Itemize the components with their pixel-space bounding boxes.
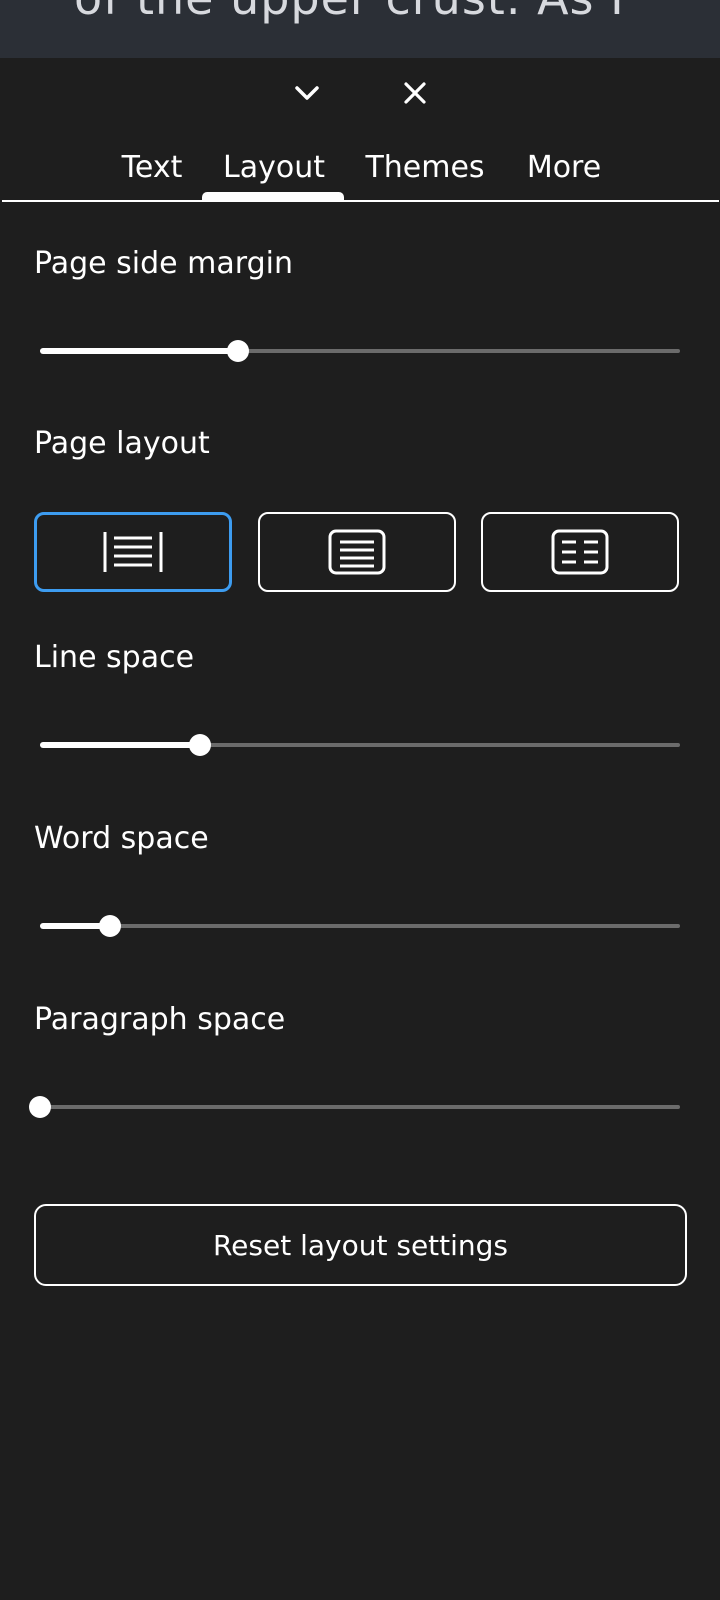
tab-text[interactable]: Text [112,146,192,200]
wide-margin-lines-icon [103,532,163,572]
tab-more[interactable]: More [514,146,614,200]
active-tab-indicator [202,192,344,201]
two-column-icon [551,529,609,575]
slider-track [40,924,680,928]
paragraph-space-slider[interactable] [29,1092,680,1122]
page-side-margin-slider[interactable] [40,336,680,366]
line-space-label: Line space [34,640,195,675]
paragraph-space-label: Paragraph space [34,1002,286,1037]
page-layout-label: Page layout [34,426,210,461]
word-space-slider[interactable] [40,911,680,941]
sheet-top-controls [0,58,720,128]
close-button[interactable] [390,68,440,118]
reset-layout-settings-button[interactable]: Reset layout settings [34,1204,687,1286]
settings-tabs: Text Layout Themes More [2,146,719,202]
slider-fill [40,742,200,748]
line-space-slider[interactable] [40,730,680,760]
layout-settings-sheet: Text Layout Themes More Page side margin… [0,58,720,1600]
word-space-label: Word space [34,821,209,856]
layout-option-wide-margins[interactable] [34,512,232,592]
slider-thumb[interactable] [99,915,121,937]
chevron-down-icon [295,86,319,100]
page-side-margin-label: Page side margin [34,246,293,281]
slider-track [40,1105,680,1109]
collapse-button[interactable] [282,68,332,118]
page-layout-options [34,512,684,592]
layout-option-single-column[interactable] [258,512,456,592]
slider-thumb[interactable] [29,1096,51,1118]
layout-option-two-columns[interactable] [481,512,679,592]
close-icon [404,82,426,104]
slider-thumb[interactable] [189,734,211,756]
single-column-icon [328,529,386,575]
slider-fill [40,348,238,354]
slider-thumb[interactable] [227,340,249,362]
tab-themes[interactable]: Themes [358,146,492,200]
